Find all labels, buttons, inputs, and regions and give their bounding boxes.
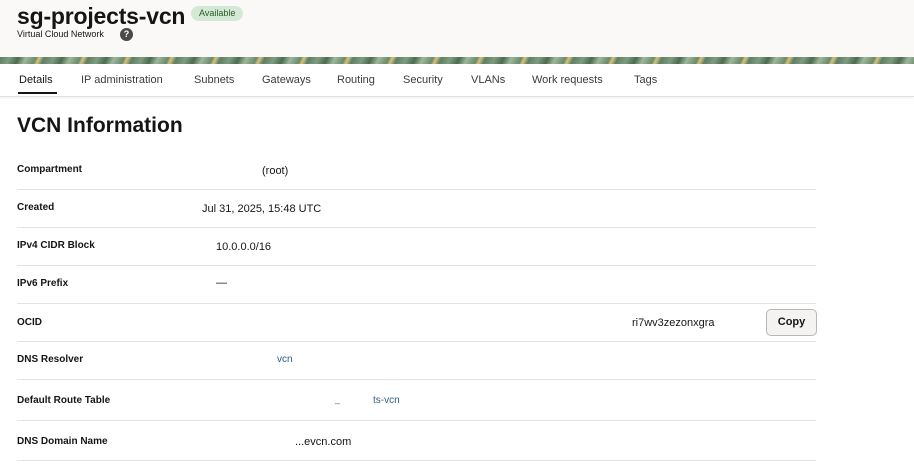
field-row-dns-resolver: DNS Resolver vcn xyxy=(17,342,816,380)
tab-subnets[interactable]: Subnets xyxy=(194,74,234,86)
field-value: ...evcn.com xyxy=(295,436,352,448)
field-value-prefix: _ xyxy=(335,394,341,404)
help-icon[interactable]: ? xyxy=(120,28,133,41)
field-label: Compartment xyxy=(17,164,83,175)
tab-routing[interactable]: Routing xyxy=(337,74,375,86)
field-label: DNS Resolver xyxy=(17,354,84,365)
field-value: (root) xyxy=(262,165,289,177)
field-row-dns-domain-name: DNS Domain Name ...evcn.com xyxy=(17,421,816,461)
tab-details[interactable]: Details xyxy=(19,74,53,86)
dns-resolver-link[interactable]: vcn xyxy=(277,354,293,365)
field-label: IPv4 CIDR Block xyxy=(17,240,95,251)
resource-type-label: Virtual Cloud Network xyxy=(17,29,104,39)
tab-bar: Details IP administration Subnets Gatewa… xyxy=(0,64,914,97)
field-label: OCID xyxy=(17,317,42,328)
field-value: — xyxy=(216,277,227,289)
copy-ocid-button[interactable]: Copy xyxy=(766,309,817,336)
page-header: sg-projects-vcn Available Virtual Cloud … xyxy=(0,0,914,57)
field-label: Default Route Table xyxy=(17,395,111,406)
field-label: Created xyxy=(17,202,55,213)
section-title: VCN Information xyxy=(17,114,183,137)
tab-security[interactable]: Security xyxy=(403,74,443,86)
field-label: DNS Domain Name xyxy=(17,436,108,447)
tab-gateways[interactable]: Gateways xyxy=(262,74,311,86)
field-row-created: Created Jul 31, 2025, 15:48 UTC xyxy=(17,190,816,228)
field-row-compartment: Compartment (root) xyxy=(17,152,816,190)
field-value: Jul 31, 2025, 15:48 UTC xyxy=(202,203,322,215)
tab-tags[interactable]: Tags xyxy=(634,74,657,86)
page-title: sg-projects-vcn xyxy=(17,3,186,29)
field-row-ipv6-prefix: IPv6 Prefix — xyxy=(17,266,816,304)
ocid-value: ri7wv3zezonxgra xyxy=(632,317,715,329)
default-route-table-link[interactable]: ts-vcn xyxy=(373,395,400,406)
field-label: IPv6 Prefix xyxy=(17,278,69,289)
field-row-ipv4-cidr: IPv4 CIDR Block 10.0.0.0/16 xyxy=(17,228,816,266)
tab-ip-administration[interactable]: IP administration xyxy=(81,74,163,86)
field-value: 10.0.0.0/16 xyxy=(216,241,272,253)
field-row-ocid: OCID ri7wv3zezonxgra Copy xyxy=(17,304,817,342)
field-row-default-route-table: Default Route Table _ ts-vcn xyxy=(17,380,816,421)
tab-work-requests[interactable]: Work requests xyxy=(532,74,603,86)
status-badge: Available xyxy=(191,6,244,21)
tab-vlans[interactable]: VLANs xyxy=(471,74,505,86)
active-tab-indicator xyxy=(18,92,57,94)
decorative-banner xyxy=(0,57,914,64)
